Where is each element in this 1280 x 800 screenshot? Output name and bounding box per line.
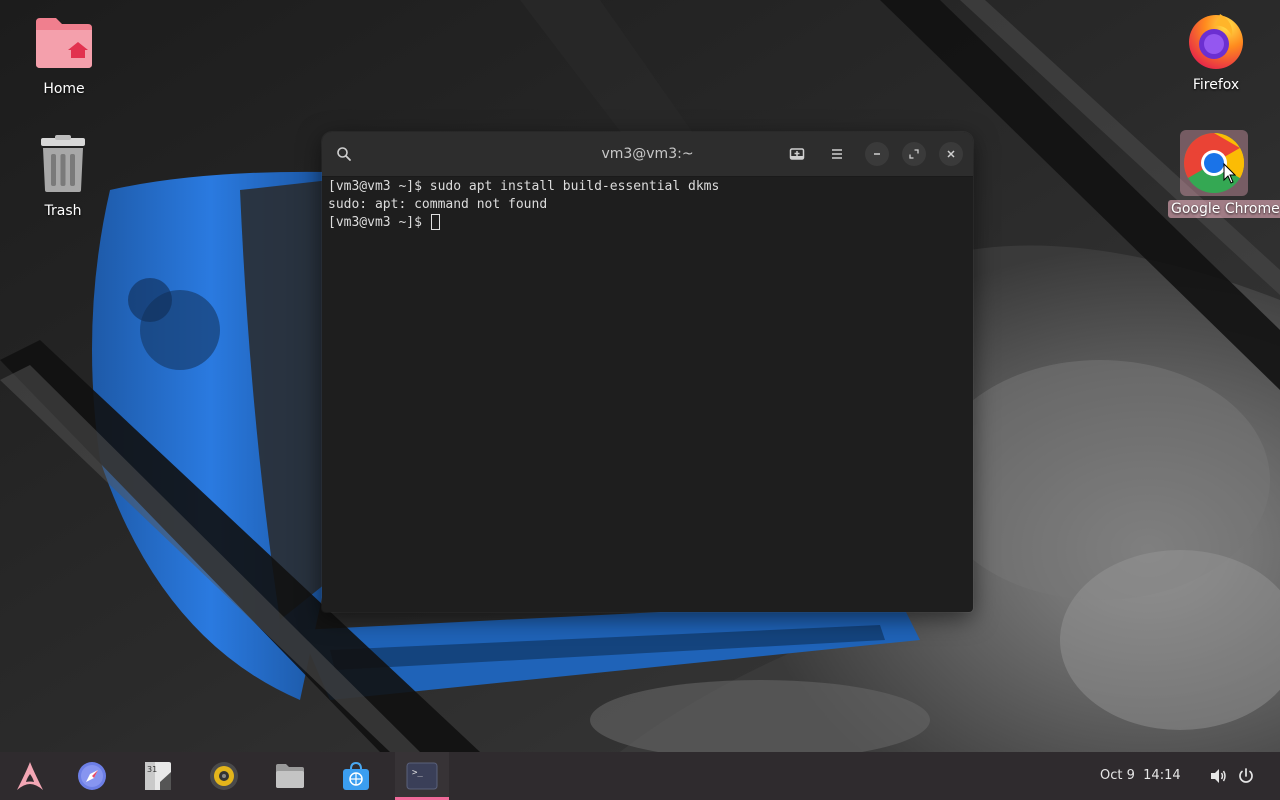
firefox-icon <box>1184 8 1248 72</box>
new-tab-icon <box>789 148 805 160</box>
desktop-icon-label: Firefox <box>1192 77 1240 93</box>
desktop-icon-home[interactable]: Home <box>18 12 110 98</box>
clock-time: 14:14 <box>1143 768 1181 783</box>
arch-logo-icon <box>17 762 43 790</box>
maximize-icon <box>909 149 919 159</box>
taskbar-web-browser[interactable] <box>65 752 119 800</box>
close-icon <box>947 150 955 158</box>
desktop-icon-label: Trash <box>44 203 82 219</box>
terminal-prompt-line[interactable]: [vm3@vm3 ~]$ <box>328 214 967 232</box>
taskbar-terminal[interactable]: >_ <box>395 752 449 800</box>
store-bag-icon <box>343 761 369 790</box>
terminal-window[interactable]: vm3@vm3:~ [vm3@vm3 ~]$ sudo apt install … <box>322 132 973 612</box>
terminal-icon: >_ <box>406 762 438 790</box>
chrome-icon <box>1180 130 1248 196</box>
power-icon <box>1239 768 1253 783</box>
terminal-prompt: [vm3@vm3 ~]$ <box>328 215 430 230</box>
search-button[interactable] <box>330 140 358 168</box>
maximize-button[interactable] <box>902 142 926 166</box>
terminal-line: [vm3@vm3 ~]$ sudo apt install build-esse… <box>328 179 720 194</box>
clock[interactable]: Oct 9 14:14 <box>1100 752 1181 800</box>
terminal-output[interactable]: [vm3@vm3 ~]$ sudo apt install build-esse… <box>328 178 967 612</box>
taskbar-calendar[interactable]: 31 <box>131 752 185 800</box>
terminal-cursor <box>430 214 440 230</box>
menu-button[interactable] <box>823 140 851 168</box>
taskbar-app-menu[interactable] <box>3 752 57 800</box>
new-tab-button[interactable] <box>783 140 811 168</box>
calendar-icon: 31 <box>145 762 171 790</box>
minimize-icon <box>874 153 880 155</box>
compass-icon <box>78 762 106 790</box>
trash-icon <box>31 134 95 198</box>
minimize-button[interactable] <box>865 142 889 166</box>
terminal-titlebar[interactable]: vm3@vm3:~ <box>322 132 973 177</box>
folder-home-icon <box>32 12 96 76</box>
close-button[interactable] <box>939 142 963 166</box>
taskbar-music-player[interactable] <box>197 752 251 800</box>
desktop-icon-trash[interactable]: Trash <box>17 134 109 220</box>
desktop-icon-google-chrome[interactable]: Google Chrome <box>1168 130 1280 218</box>
desktop-icon-label: Home <box>43 81 85 97</box>
svg-text:>_: >_ <box>412 768 423 778</box>
menu-icon <box>832 149 842 159</box>
terminal-line: sudo: apt: command not found <box>328 197 548 212</box>
volume-button[interactable] <box>1208 766 1228 786</box>
volume-icon <box>1211 769 1226 783</box>
taskbar-file-manager[interactable] <box>263 752 317 800</box>
speaker-icon <box>210 762 238 790</box>
desktop-icon-firefox[interactable]: Firefox <box>1170 8 1262 94</box>
clock-date: Oct 9 <box>1100 768 1135 783</box>
search-icon <box>337 147 351 161</box>
taskbar: 31 >_ Oct 9 14:14 <box>0 752 1280 800</box>
calendar-day: 31 <box>147 765 157 774</box>
taskbar-software-store[interactable] <box>329 752 383 800</box>
folder-icon <box>276 764 304 788</box>
power-button[interactable] <box>1236 766 1256 786</box>
desktop-icon-label: Google Chrome <box>1168 200 1280 218</box>
